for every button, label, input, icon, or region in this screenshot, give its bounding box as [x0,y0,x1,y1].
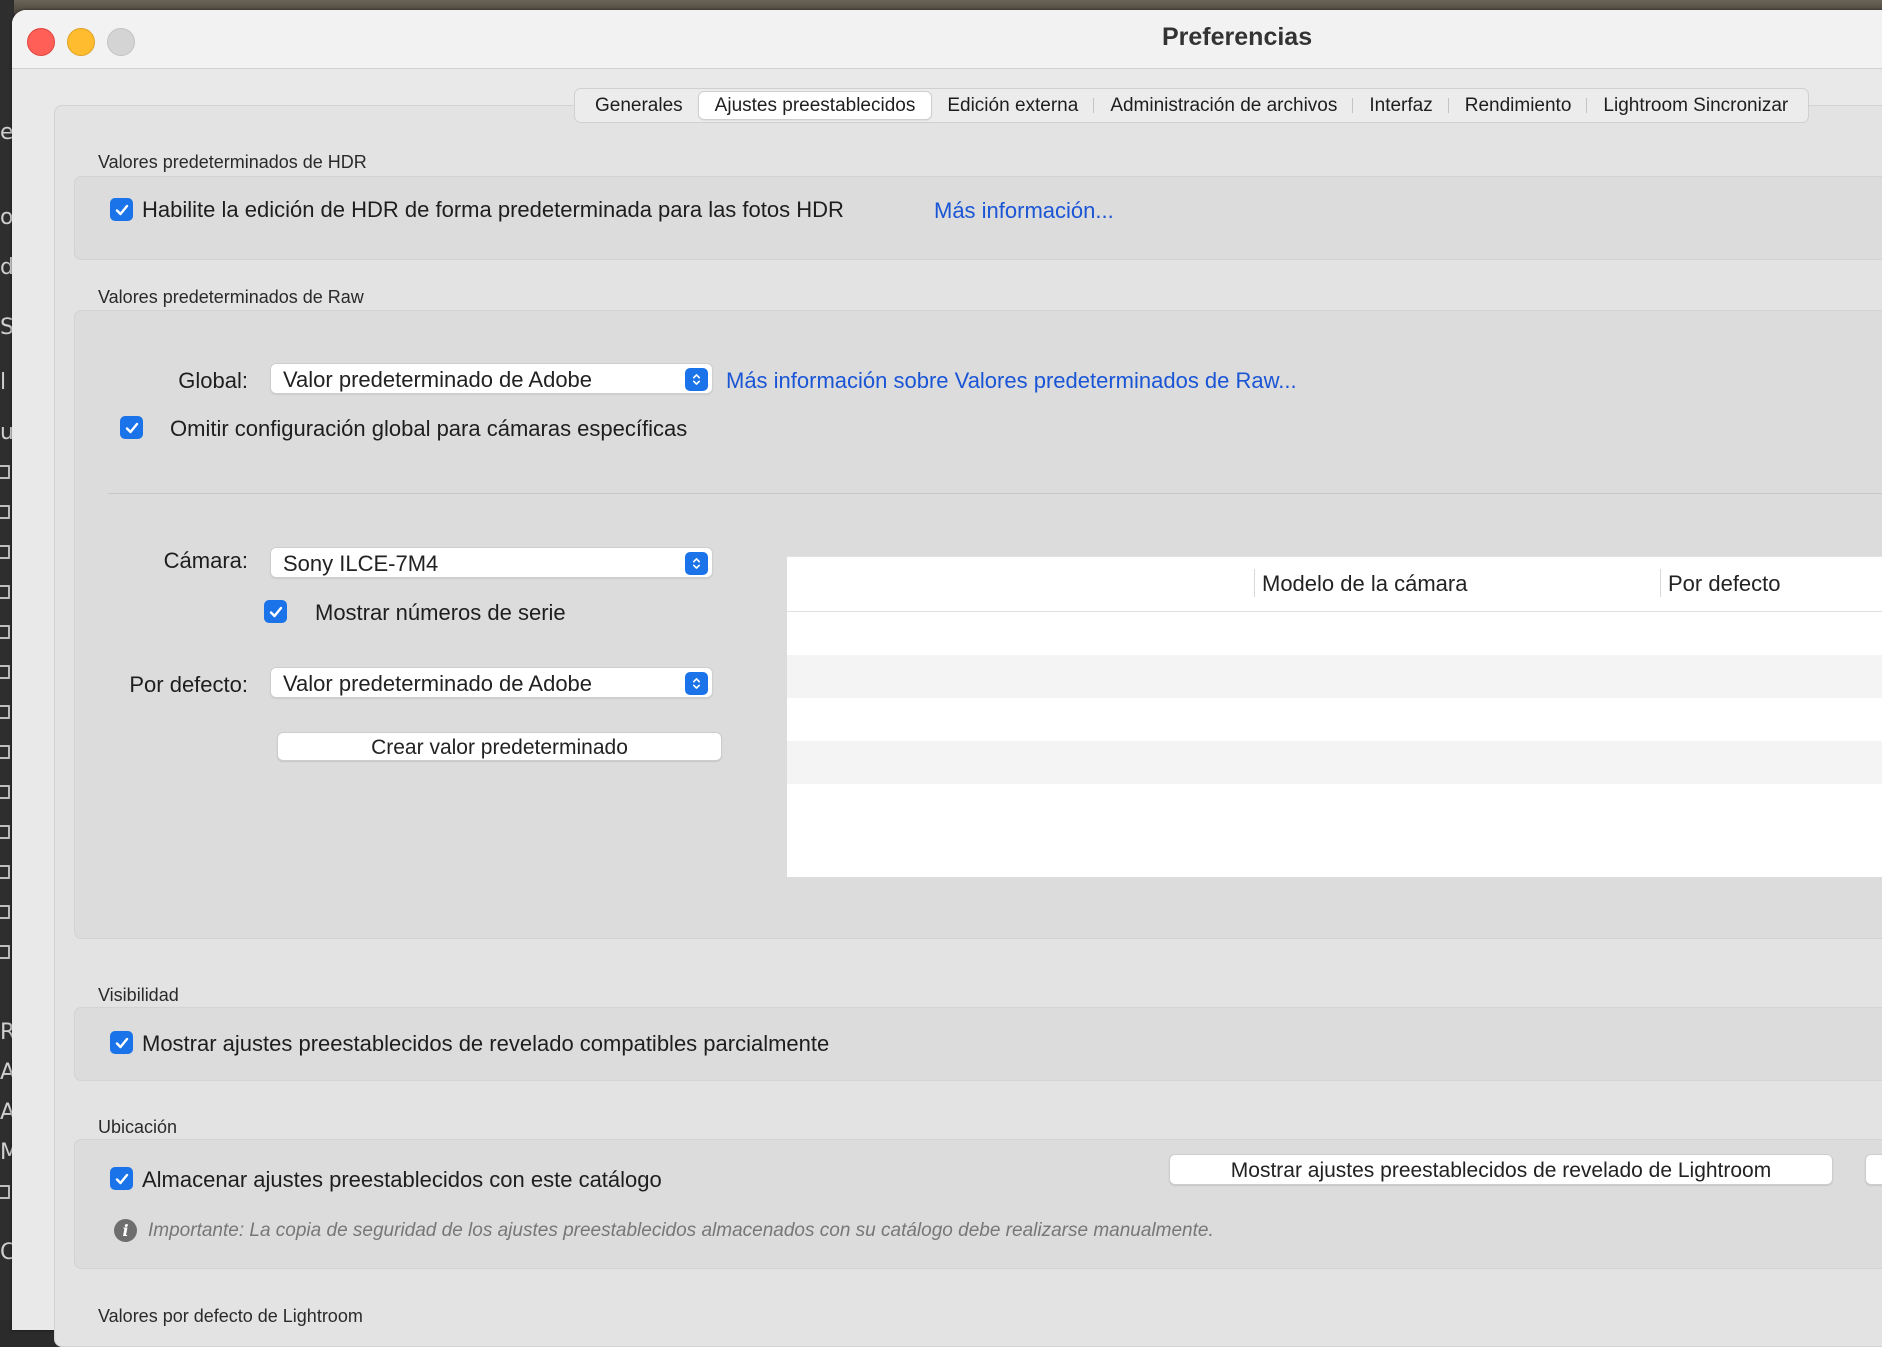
default-label: Por defecto: [129,672,248,697]
table-row[interactable] [787,698,1882,741]
camera-select-value: Sony ILCE-7M4 [283,551,439,576]
location-section-label: Ubicación [98,1117,178,1137]
zoom-button[interactable] [107,28,135,56]
hdr-checkbox-label: Habilite la edición de HDR de forma pred… [142,197,844,222]
location-checkbox-label: Almacenar ajustes preestablecidos con es… [142,1167,662,1192]
checkmark-icon [115,1037,128,1048]
divider [108,493,1882,494]
chevron-updown-icon [685,368,708,391]
checkmark-icon [115,204,128,215]
hdr-checkbox[interactable] [110,198,133,221]
create-default-button[interactable]: Crear valor predeterminado [277,732,722,761]
raw-section-label: Valores predeterminados de Raw [98,287,364,307]
table-row[interactable] [787,784,1882,827]
lightroom-defaults-section-label: Valores por defecto de Lightroom [98,1306,363,1326]
camera-select[interactable]: Sony ILCE-7M4 [270,547,713,578]
camera-defaults-table[interactable]: Modelo de la cámara Por defecto [787,556,1882,877]
table-header: Modelo de la cámara Por defecto [787,557,1882,612]
tab-administracion-archivos[interactable]: Administración de archivos [1094,92,1354,119]
chevron-updown-icon [685,552,708,575]
global-select-value: Valor predeterminado de Adobe [283,367,593,392]
tab-lightroom-sincronizar[interactable]: Lightroom Sincronizar [1587,92,1804,119]
table-row[interactable] [787,655,1882,698]
checkmark-icon [125,422,138,433]
column-separator [1660,569,1661,597]
tab-generales[interactable]: Generales [579,92,699,119]
global-select[interactable]: Valor predeterminado de Adobe [270,363,713,394]
tab-rendimiento[interactable]: Rendimiento [1449,92,1588,119]
chevron-updown-icon [685,672,708,695]
visibility-checkbox[interactable] [110,1031,133,1054]
checkmark-icon [115,1173,128,1184]
table-row[interactable] [787,612,1882,655]
override-checkbox-label: Omitir configuración global para cámaras… [170,416,688,441]
show-presets-button[interactable]: Mostrar ajustes preestablecidos de revel… [1169,1154,1833,1185]
info-icon: i [114,1219,137,1242]
default-select-value: Valor predeterminado de Adobe [283,671,593,696]
tab-bar: Generales Ajustes preestablecidos Edició… [574,88,1810,123]
location-checkbox[interactable] [110,1167,133,1190]
partial-button[interactable] [1865,1154,1882,1185]
camera-label: Cámara: [163,548,248,573]
checkmark-icon [269,606,282,617]
window-title: Preferencias [1162,23,1313,51]
hdr-section-label: Valores predeterminados de HDR [98,152,367,172]
visibility-checkbox-label: Mostrar ajustes preestablecidos de revel… [142,1031,830,1056]
default-select[interactable]: Valor predeterminado de Adobe [270,667,713,698]
table-row[interactable] [787,741,1882,784]
serial-numbers-checkbox[interactable] [264,600,287,623]
close-button[interactable] [27,28,55,56]
hdr-more-info-link[interactable]: Más información... [934,198,1114,224]
column-separator [1254,569,1255,597]
backup-note: Importante: La copia de seguridad de los… [148,1220,1214,1241]
global-label: Global: [178,368,248,393]
column-header-camera-model[interactable]: Modelo de la cámara [1262,571,1467,597]
raw-more-info-link[interactable]: Más información sobre Valores predetermi… [726,368,1297,394]
tab-ajustes-preestablecidos[interactable]: Ajustes preestablecidos [698,92,932,119]
tab-interfaz[interactable]: Interfaz [1353,92,1450,119]
serial-numbers-label: Mostrar números de serie [315,600,566,625]
column-header-default[interactable]: Por defecto [1668,571,1781,597]
preferences-window: Preferencias Generales Ajustes preestabl… [12,10,1882,1347]
visibility-section-label: Visibilidad [98,985,179,1005]
title-bar: Preferencias [12,10,1882,69]
tab-edicion-externa[interactable]: Edición externa [931,92,1095,119]
minimize-button[interactable] [67,28,95,56]
override-checkbox[interactable] [120,416,143,439]
